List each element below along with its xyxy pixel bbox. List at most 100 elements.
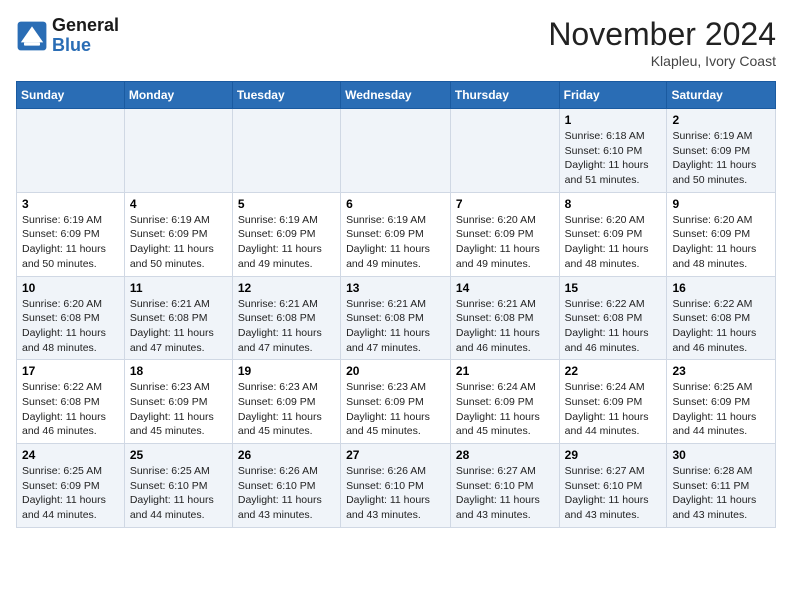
calendar-cell: 12Sunrise: 6:21 AM Sunset: 6:08 PM Dayli…: [232, 276, 340, 360]
day-info: Sunrise: 6:22 AM Sunset: 6:08 PM Dayligh…: [565, 297, 662, 356]
week-row-4: 17 Sunrise: 6:22 AM Sunset: 6:08 PM Dayli…: [17, 360, 776, 444]
day-number: 24: [22, 448, 119, 462]
day-number: 20: [346, 364, 445, 378]
calendar-cell: 7 Sunrise: 6:20 AM Sunset: 6:09 PM Daylig…: [450, 192, 559, 276]
calendar-cell: 29Sunrise: 6:27 AM Sunset: 6:10 PM Dayli…: [559, 444, 667, 528]
calendar-cell: 28 Sunrise: 6:27 AM Sunset: 6:10 PM Dayli…: [450, 444, 559, 528]
day-info: Sunrise: 6:26 AM Sunset: 6:10 PM Dayligh…: [238, 464, 335, 523]
page-header: General Blue November 2024 Klapleu, Ivor…: [16, 16, 776, 69]
day-number: 23: [672, 364, 770, 378]
calendar-cell: 10 Sunrise: 6:20 AM Sunset: 6:08 PM Dayli…: [17, 276, 125, 360]
calendar-cell: 24 Sunrise: 6:25 AM Sunset: 6:09 PM Dayli…: [17, 444, 125, 528]
title-block: November 2024 Klapleu, Ivory Coast: [548, 16, 776, 69]
day-number: 5: [238, 197, 335, 211]
logo-line2: Blue: [52, 36, 119, 56]
calendar-cell: [124, 109, 232, 193]
col-header-wednesday: Wednesday: [341, 82, 451, 109]
day-info: Sunrise: 6:25 AM Sunset: 6:09 PM Dayligh…: [672, 380, 770, 439]
logo-text: General Blue: [52, 16, 119, 56]
col-header-tuesday: Tuesday: [232, 82, 340, 109]
day-number: 26: [238, 448, 335, 462]
calendar-cell: 13 Sunrise: 6:21 AM Sunset: 6:08 PM Dayli…: [341, 276, 451, 360]
day-number: 9: [672, 197, 770, 211]
calendar-cell: 3 Sunrise: 6:19 AM Sunset: 6:09 PM Daylig…: [17, 192, 125, 276]
calendar-cell: 26 Sunrise: 6:26 AM Sunset: 6:10 PM Dayli…: [232, 444, 340, 528]
day-info: Sunrise: 6:25 AM Sunset: 6:10 PM Dayligh…: [130, 464, 227, 523]
day-info: Sunrise: 6:19 AM Sunset: 6:09 PM Dayligh…: [672, 129, 770, 188]
calendar-cell: 18 Sunrise: 6:23 AM Sunset: 6:09 PM Dayli…: [124, 360, 232, 444]
calendar-cell: 22Sunrise: 6:24 AM Sunset: 6:09 PM Dayli…: [559, 360, 667, 444]
day-number: 8: [565, 197, 662, 211]
col-header-monday: Monday: [124, 82, 232, 109]
calendar-cell: [17, 109, 125, 193]
day-info: Sunrise: 6:19 AM Sunset: 6:09 PM Dayligh…: [22, 213, 119, 272]
day-number: 10: [22, 281, 119, 295]
day-info: Sunrise: 6:20 AM Sunset: 6:08 PM Dayligh…: [22, 297, 119, 356]
day-number: 27: [346, 448, 445, 462]
calendar-body: 1 Sunrise: 6:18 AM Sunset: 6:10 PM Daylig…: [17, 109, 776, 528]
day-info: Sunrise: 6:21 AM Sunset: 6:08 PM Dayligh…: [130, 297, 227, 356]
day-number: 7: [456, 197, 554, 211]
calendar-cell: 21Sunrise: 6:24 AM Sunset: 6:09 PM Dayli…: [450, 360, 559, 444]
calendar-cell: [450, 109, 559, 193]
day-number: 14: [456, 281, 554, 295]
day-number: 19: [238, 364, 335, 378]
calendar-cell: 5 Sunrise: 6:19 AM Sunset: 6:09 PM Daylig…: [232, 192, 340, 276]
day-info: Sunrise: 6:26 AM Sunset: 6:10 PM Dayligh…: [346, 464, 445, 523]
week-row-5: 24 Sunrise: 6:25 AM Sunset: 6:09 PM Dayli…: [17, 444, 776, 528]
calendar-cell: 8 Sunrise: 6:20 AM Sunset: 6:09 PM Daylig…: [559, 192, 667, 276]
calendar-cell: 17 Sunrise: 6:22 AM Sunset: 6:08 PM Dayli…: [17, 360, 125, 444]
day-number: 28: [456, 448, 554, 462]
calendar-cell: 27 Sunrise: 6:26 AM Sunset: 6:10 PM Dayli…: [341, 444, 451, 528]
day-number: 22: [565, 364, 662, 378]
day-info: Sunrise: 6:28 AM Sunset: 6:11 PM Dayligh…: [672, 464, 770, 523]
day-number: 4: [130, 197, 227, 211]
calendar-cell: 25Sunrise: 6:25 AM Sunset: 6:10 PM Dayli…: [124, 444, 232, 528]
calendar-cell: 11Sunrise: 6:21 AM Sunset: 6:08 PM Dayli…: [124, 276, 232, 360]
calendar-cell: 16Sunrise: 6:22 AM Sunset: 6:08 PM Dayli…: [667, 276, 776, 360]
calendar-cell: 20Sunrise: 6:23 AM Sunset: 6:09 PM Dayli…: [341, 360, 451, 444]
day-number: 18: [130, 364, 227, 378]
logo-line1: General: [52, 16, 119, 36]
calendar-cell: 14 Sunrise: 6:21 AM Sunset: 6:08 PM Dayli…: [450, 276, 559, 360]
col-header-thursday: Thursday: [450, 82, 559, 109]
day-info: Sunrise: 6:19 AM Sunset: 6:09 PM Dayligh…: [346, 213, 445, 272]
day-number: 6: [346, 197, 445, 211]
calendar-header: SundayMondayTuesdayWednesdayThursdayFrid…: [17, 82, 776, 109]
day-info: Sunrise: 6:21 AM Sunset: 6:08 PM Dayligh…: [346, 297, 445, 356]
day-number: 2: [672, 113, 770, 127]
week-row-2: 3 Sunrise: 6:19 AM Sunset: 6:09 PM Daylig…: [17, 192, 776, 276]
calendar-cell: 6 Sunrise: 6:19 AM Sunset: 6:09 PM Daylig…: [341, 192, 451, 276]
col-header-friday: Friday: [559, 82, 667, 109]
location: Klapleu, Ivory Coast: [548, 53, 776, 69]
day-number: 29: [565, 448, 662, 462]
day-info: Sunrise: 6:19 AM Sunset: 6:09 PM Dayligh…: [130, 213, 227, 272]
calendar-cell: 15 Sunrise: 6:22 AM Sunset: 6:08 PM Dayli…: [559, 276, 667, 360]
day-number: 3: [22, 197, 119, 211]
col-header-saturday: Saturday: [667, 82, 776, 109]
day-info: Sunrise: 6:27 AM Sunset: 6:10 PM Dayligh…: [456, 464, 554, 523]
week-row-3: 10 Sunrise: 6:20 AM Sunset: 6:08 PM Dayli…: [17, 276, 776, 360]
calendar-cell: 2 Sunrise: 6:19 AM Sunset: 6:09 PM Daylig…: [667, 109, 776, 193]
day-info: Sunrise: 6:20 AM Sunset: 6:09 PM Dayligh…: [456, 213, 554, 272]
day-number: 13: [346, 281, 445, 295]
day-info: Sunrise: 6:21 AM Sunset: 6:08 PM Dayligh…: [456, 297, 554, 356]
day-info: Sunrise: 6:19 AM Sunset: 6:09 PM Dayligh…: [238, 213, 335, 272]
logo: General Blue: [16, 16, 119, 56]
day-number: 17: [22, 364, 119, 378]
day-info: Sunrise: 6:23 AM Sunset: 6:09 PM Dayligh…: [238, 380, 335, 439]
day-info: Sunrise: 6:25 AM Sunset: 6:09 PM Dayligh…: [22, 464, 119, 523]
day-info: Sunrise: 6:20 AM Sunset: 6:09 PM Dayligh…: [672, 213, 770, 272]
calendar-table: SundayMondayTuesdayWednesdayThursdayFrid…: [16, 81, 776, 528]
calendar-cell: 19 Sunrise: 6:23 AM Sunset: 6:09 PM Dayli…: [232, 360, 340, 444]
day-info: Sunrise: 6:18 AM Sunset: 6:10 PM Dayligh…: [565, 129, 662, 188]
calendar-cell: 30 Sunrise: 6:28 AM Sunset: 6:11 PM Dayli…: [667, 444, 776, 528]
day-number: 30: [672, 448, 770, 462]
day-info: Sunrise: 6:20 AM Sunset: 6:09 PM Dayligh…: [565, 213, 662, 272]
day-number: 1: [565, 113, 662, 127]
day-info: Sunrise: 6:23 AM Sunset: 6:09 PM Dayligh…: [130, 380, 227, 439]
week-row-1: 1 Sunrise: 6:18 AM Sunset: 6:10 PM Daylig…: [17, 109, 776, 193]
day-number: 15: [565, 281, 662, 295]
day-info: Sunrise: 6:22 AM Sunset: 6:08 PM Dayligh…: [672, 297, 770, 356]
day-info: Sunrise: 6:22 AM Sunset: 6:08 PM Dayligh…: [22, 380, 119, 439]
